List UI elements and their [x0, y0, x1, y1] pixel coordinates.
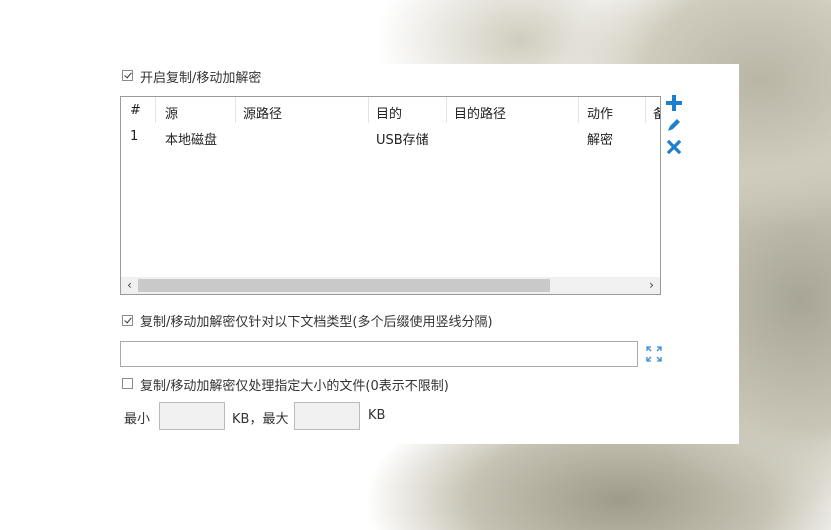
col-header-dest: 目的: [376, 107, 403, 122]
column-divider[interactable]: [645, 97, 646, 123]
cell-dest: USB存储: [376, 133, 429, 148]
size-filter-checkbox[interactable]: [122, 378, 133, 389]
doc-type-input[interactable]: [120, 341, 638, 367]
enable-copy-move-checkbox[interactable]: [122, 70, 133, 81]
scroll-thumb[interactable]: [138, 279, 550, 292]
col-header-action: 动作: [587, 107, 614, 122]
plus-icon[interactable]: [665, 94, 683, 112]
col-header-source-path: 源路径: [243, 107, 283, 122]
col-header-note: 备: [653, 103, 660, 122]
doc-type-filter-label: 复制/移动加解密仅针对以下文档类型(多个后缀使用竖线分隔): [140, 315, 493, 330]
scroll-left-button[interactable]: ‹: [121, 277, 138, 294]
horizontal-scrollbar[interactable]: ‹ ›: [121, 277, 660, 294]
min-size-input[interactable]: [159, 402, 225, 430]
enable-copy-move-label: 开启复制/移动加解密: [140, 71, 262, 86]
unit-label: KB: [368, 408, 386, 423]
min-size-label: 最小: [124, 412, 151, 427]
cell-num: 1: [130, 129, 139, 144]
close-icon[interactable]: [666, 139, 682, 155]
max-size-label: KB，最大: [232, 412, 289, 427]
max-size-input[interactable]: [294, 402, 360, 430]
col-header-num: #: [130, 103, 141, 118]
column-divider[interactable]: [368, 97, 369, 123]
expand-icon[interactable]: [644, 344, 664, 364]
pencil-icon[interactable]: [666, 117, 682, 133]
cell-action: 解密: [587, 133, 614, 148]
column-divider[interactable]: [578, 97, 579, 123]
size-filter-label: 复制/移动加解密仅处理指定大小的文件(0表示不限制): [140, 379, 449, 394]
column-divider[interactable]: [235, 97, 236, 123]
column-divider[interactable]: [446, 97, 447, 123]
rules-table: # 源 源路径 目的 目的路径 动作 备 1 本地磁盘 USB存储 解密 ‹ ›: [120, 96, 661, 295]
cell-source: 本地磁盘: [165, 133, 218, 148]
doc-type-filter-checkbox[interactable]: [122, 315, 133, 326]
col-header-dest-path: 目的路径: [454, 107, 507, 122]
col-header-source: 源: [165, 107, 179, 122]
scroll-right-button[interactable]: ›: [643, 277, 660, 294]
column-divider[interactable]: [155, 97, 156, 123]
